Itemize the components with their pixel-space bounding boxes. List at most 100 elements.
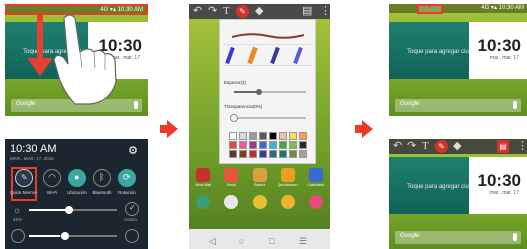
notif-time: 10:30 AM xyxy=(10,143,57,155)
app-icon[interactable] xyxy=(252,195,267,209)
undo-icon-2[interactable]: ↶ xyxy=(393,139,402,154)
app-icon[interactable] xyxy=(224,168,239,182)
menu-icon[interactable]: ⋮ xyxy=(320,4,330,19)
settings-volume-icon[interactable] xyxy=(125,229,139,243)
tile-label-wifi: Wi-Fi xyxy=(46,190,58,195)
app-label: QuickMemo+ xyxy=(277,183,299,187)
color-swatch[interactable] xyxy=(239,150,247,158)
color-swatch[interactable] xyxy=(289,141,297,149)
app-icon[interactable] xyxy=(308,168,323,182)
google-search-bar-3[interactable]: Google xyxy=(395,231,521,244)
app-icon[interactable] xyxy=(280,195,295,209)
memo-icon: ✎ xyxy=(15,169,33,187)
pen-icon-2[interactable]: ✎ xyxy=(435,140,448,153)
color-swatch[interactable] xyxy=(249,150,257,158)
pen-type-marker-icon[interactable] xyxy=(247,46,258,65)
clock-widget-3[interactable]: 10:30 mar., mar. 17 xyxy=(469,157,527,214)
weather-widget-bg-2: Toque para agregar ciudad xyxy=(389,22,479,79)
recent-apps-icon[interactable]: □ xyxy=(269,236,274,246)
transparency-slider[interactable] xyxy=(230,114,306,122)
color-swatch[interactable] xyxy=(249,141,257,149)
hand-icon xyxy=(53,14,117,105)
color-swatch[interactable] xyxy=(229,141,237,149)
mic-icon-3[interactable] xyxy=(513,233,517,241)
volume-slider[interactable] xyxy=(29,232,117,240)
color-swatch[interactable] xyxy=(259,150,267,158)
auto-brightness-icon[interactable]: ✓ xyxy=(125,202,139,216)
back-icon[interactable]: ◁ xyxy=(209,236,216,247)
eraser-icon-2[interactable]: ◆ xyxy=(453,139,461,154)
status-time-2: 10:30 AM xyxy=(498,5,524,11)
color-swatch[interactable] xyxy=(239,141,247,149)
screen-quickmemo: ↶ ↷ T ✎ ◆ ▤ ⋮ Espesor(3) Transparencia(0… xyxy=(189,4,330,249)
clock-widget-2[interactable]: 10:30 mar., mar. 17 xyxy=(469,22,527,79)
wifi-icon[interactable]: ◠ xyxy=(43,169,61,187)
color-swatch[interactable] xyxy=(259,141,267,149)
menu-icon-2[interactable]: ⋮ xyxy=(517,139,527,154)
save-icon-2[interactable]: ▤ xyxy=(497,140,509,153)
app-label: Calendario xyxy=(307,183,325,187)
google-search-bar-2[interactable]: Google xyxy=(395,99,521,112)
color-swatch[interactable] xyxy=(249,132,257,140)
location-icon[interactable]: ● xyxy=(68,169,86,187)
app-icon[interactable] xyxy=(224,195,239,209)
color-swatch[interactable] xyxy=(299,132,307,140)
nav-bar: ◁ ○ □ ☰ xyxy=(189,229,330,249)
app-icon[interactable] xyxy=(308,195,323,209)
thickness-slider[interactable] xyxy=(234,89,306,95)
clock-date-2: mar., mar. 17 xyxy=(489,55,519,61)
drag-handle-icon[interactable]: ▼ xyxy=(417,4,443,14)
app-icon[interactable] xyxy=(252,168,267,182)
color-swatch[interactable] xyxy=(239,132,247,140)
stroke-preview xyxy=(230,28,306,39)
notif-date: MAR., MAR. 17, 2015 xyxy=(10,156,54,161)
pen-type-pencil-icon[interactable] xyxy=(270,46,280,65)
color-swatch[interactable] xyxy=(299,150,307,158)
color-swatch[interactable] xyxy=(229,150,237,158)
rotation-icon[interactable]: ⟳ xyxy=(118,169,136,187)
pen-type-brush-icon[interactable] xyxy=(225,46,235,65)
color-swatch[interactable] xyxy=(269,141,277,149)
clock-time-3: 10:30 xyxy=(477,171,521,190)
color-swatch[interactable] xyxy=(229,132,237,140)
color-swatch[interactable] xyxy=(269,150,277,158)
mic-icon[interactable] xyxy=(134,101,138,109)
color-palette xyxy=(229,132,309,160)
color-swatch[interactable] xyxy=(279,141,287,149)
gear-icon[interactable]: ⚙ xyxy=(128,144,138,157)
color-swatch[interactable] xyxy=(289,132,297,140)
save-icon[interactable]: ▤ xyxy=(302,4,312,19)
text-icon[interactable]: T xyxy=(223,4,230,19)
color-swatch[interactable] xyxy=(279,132,287,140)
redo-icon-2[interactable]: ↷ xyxy=(407,139,416,154)
color-swatch[interactable] xyxy=(259,132,267,140)
ringer-icon[interactable] xyxy=(11,229,25,243)
text-icon-2[interactable]: T xyxy=(422,139,429,154)
color-swatch[interactable] xyxy=(299,141,307,149)
home-icon[interactable]: ○ xyxy=(239,236,244,246)
menu-nav-icon[interactable]: ☰ xyxy=(299,236,307,247)
color-swatch[interactable] xyxy=(279,150,287,158)
color-swatch[interactable] xyxy=(269,132,277,140)
google-logo-2: Google xyxy=(400,101,420,107)
transparency-label: Transparencia(0%) xyxy=(224,104,263,109)
weather-widget-bg-3: Toque para agregar ciudad xyxy=(389,157,479,214)
redo-icon[interactable]: ↷ xyxy=(208,4,217,19)
brightness-slider[interactable] xyxy=(29,206,117,214)
app-icon[interactable] xyxy=(196,168,211,182)
screen-home-swipe: 4G ▾▴ 10:30 AM Toque para agregar ciudad… xyxy=(5,4,148,116)
app-icon[interactable] xyxy=(196,195,211,209)
pen-type-row xyxy=(224,44,312,66)
undo-icon[interactable]: ↶ xyxy=(193,4,202,19)
color-swatch[interactable] xyxy=(289,150,297,158)
app-icon[interactable] xyxy=(280,168,295,182)
pen-type-calligraphy-icon[interactable] xyxy=(293,46,303,65)
eraser-icon[interactable]: ◆ xyxy=(255,4,263,19)
brightness-thumb xyxy=(64,206,73,214)
app-label: Email xyxy=(226,183,236,187)
bluetooth-icon[interactable]: ᛒ xyxy=(93,169,111,187)
mic-icon-2[interactable] xyxy=(513,101,517,109)
screen-notification-panel: 10:30 AM MAR., MAR. 17, 2015 ⚙ ✎ Quick M… xyxy=(5,139,148,249)
pen-icon[interactable]: ✎ xyxy=(236,5,249,18)
google-logo: Google xyxy=(16,101,36,107)
